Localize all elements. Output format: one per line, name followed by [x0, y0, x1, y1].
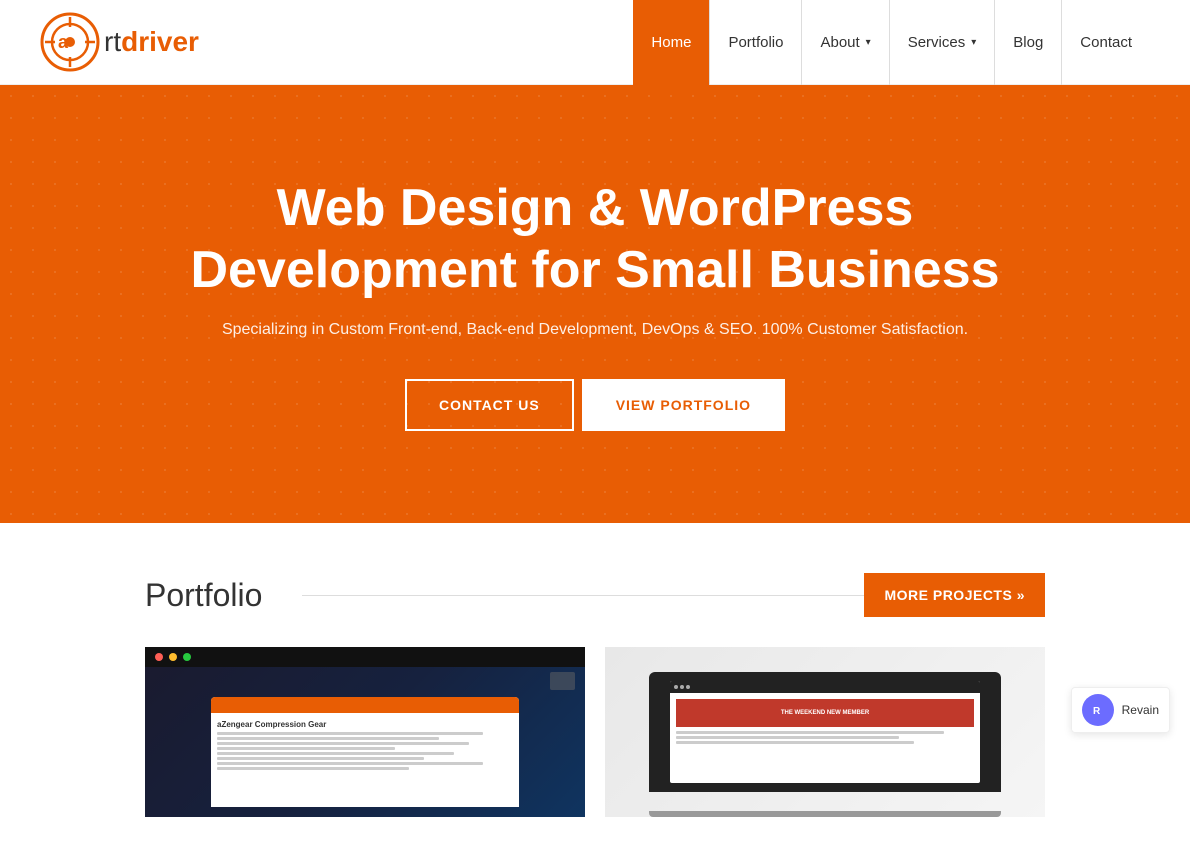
revain-badge[interactable]: R Revain [1071, 687, 1170, 733]
portfolio-title-wrapper: Portfolio [145, 577, 864, 614]
nav-item-blog[interactable]: Blog [995, 0, 1062, 85]
hero-subtitle: Specializing in Custom Front-end, Back-e… [222, 321, 968, 339]
contact-us-button[interactable]: CONTACT US [405, 379, 574, 431]
portfolio-card-1-image: aZengear Compression Gear [145, 647, 585, 817]
hero-buttons: CONTACT US VIEW PORTFOLIO [405, 379, 785, 431]
nav-item-services[interactable]: Services ▾ [890, 0, 996, 85]
hero-background [0, 85, 1190, 523]
logo-icon: a [40, 12, 100, 72]
card1-title: aZengear Compression Gear [217, 719, 513, 730]
revain-label: Revain [1122, 703, 1159, 717]
nav-item-portfolio[interactable]: Portfolio [710, 0, 802, 85]
portfolio-card-1[interactable]: aZengear Compression Gear [145, 647, 585, 817]
portfolio-grid: aZengear Compression Gear [145, 647, 1045, 817]
portfolio-card-2[interactable]: THE WEEKEND NEW MEMBER [605, 647, 1045, 817]
nav-item-home[interactable]: Home [633, 0, 710, 85]
logo[interactable]: a rtdriver [40, 12, 199, 72]
svg-text:R: R [1093, 706, 1101, 717]
svg-text:a: a [58, 32, 69, 52]
card2-brand: THE WEEKEND NEW MEMBER [781, 710, 869, 716]
more-projects-button[interactable]: MORE PROJECTS » [864, 573, 1045, 617]
revain-icon: R [1082, 694, 1114, 726]
chevron-down-icon: ▾ [971, 37, 976, 48]
portfolio-card-2-image: THE WEEKEND NEW MEMBER [605, 647, 1045, 817]
logo-text: rtdriver [104, 26, 199, 58]
nav-item-about[interactable]: About ▾ [802, 0, 889, 85]
hero-section: Web Design & WordPress Development for S… [0, 85, 1190, 523]
header: a rtdriver Home Portfolio About ▾ Servic… [0, 0, 1190, 85]
portfolio-header: Portfolio MORE PROJECTS » [145, 573, 1045, 617]
chevron-down-icon: ▾ [866, 37, 871, 48]
portfolio-divider [302, 595, 864, 596]
main-nav: Home Portfolio About ▾ Services ▾ Blog C… [633, 0, 1150, 85]
portfolio-title: Portfolio [145, 577, 262, 614]
portfolio-section: Portfolio MORE PROJECTS » aZengear Compr… [0, 523, 1190, 847]
hero-title: Web Design & WordPress Development for S… [145, 177, 1045, 302]
nav-item-contact[interactable]: Contact [1062, 0, 1150, 85]
view-portfolio-button[interactable]: VIEW PORTFOLIO [582, 379, 785, 431]
